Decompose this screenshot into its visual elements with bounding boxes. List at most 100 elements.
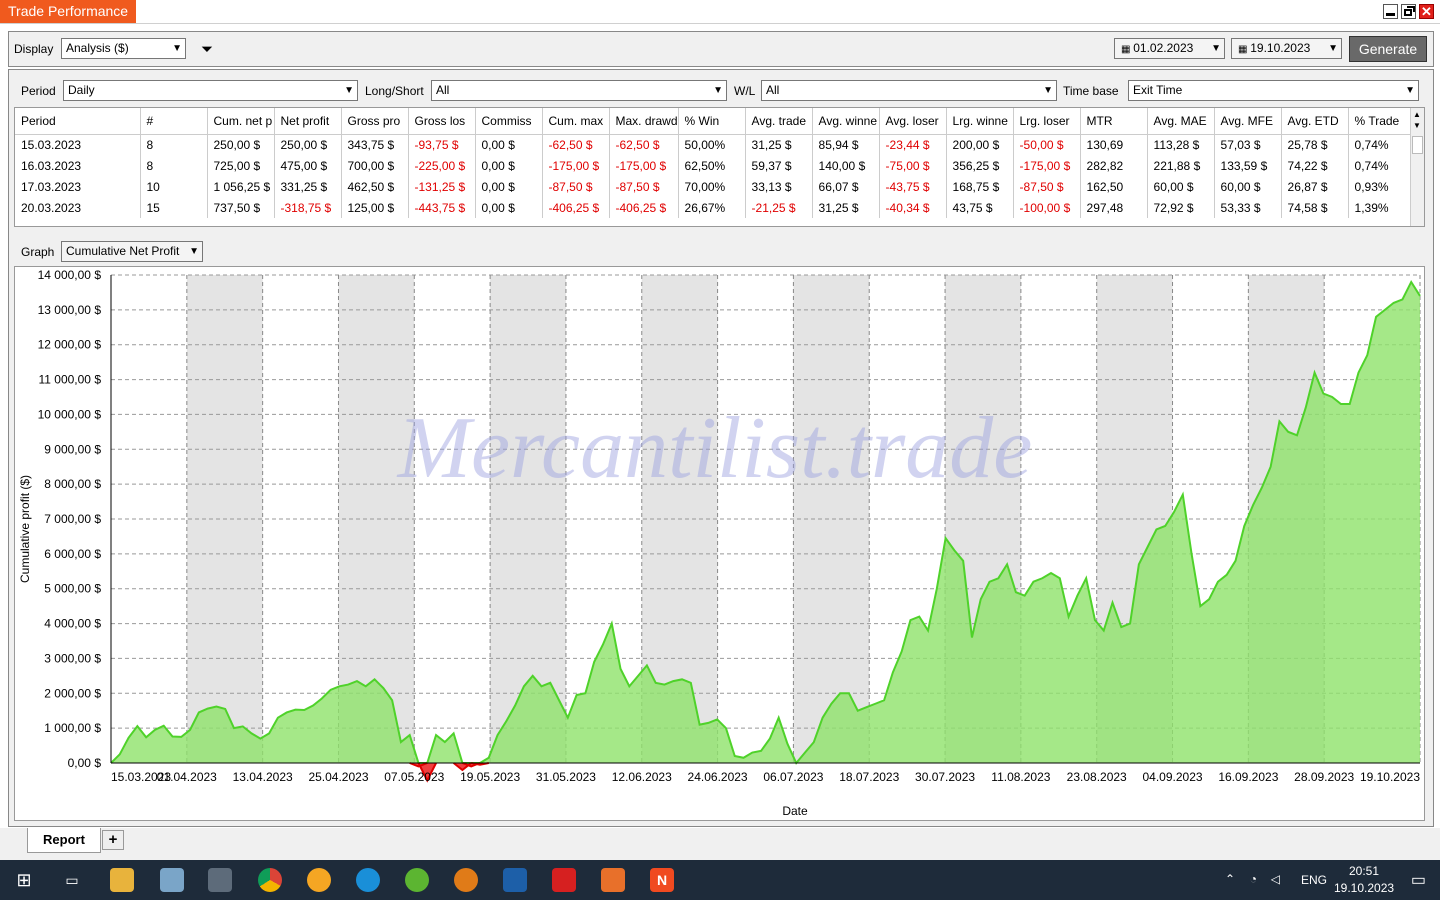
scroll-down-icon[interactable]: ▼	[1413, 121, 1421, 130]
y-tick-label: 9 000,00 $	[44, 442, 101, 456]
utorrent-icon[interactable]	[405, 868, 429, 892]
column-header[interactable]: % Win	[678, 108, 746, 135]
language-indicator[interactable]: ENG	[1301, 873, 1327, 887]
minimize-icon[interactable]	[1383, 4, 1398, 19]
notification-icon[interactable]: ▭	[1411, 870, 1426, 890]
ccleaner-icon[interactable]	[454, 868, 478, 892]
timebase-select[interactable]: Exit Time ▼	[1128, 80, 1419, 101]
wl-select[interactable]: All ▼	[761, 80, 1057, 101]
column-header[interactable]: Period	[15, 108, 141, 135]
table-scrollbar[interactable]: ▲ ▼	[1410, 108, 1424, 226]
column-header[interactable]: Gross pro	[341, 108, 409, 135]
edge-icon[interactable]	[356, 868, 380, 892]
column-header[interactable]: Avg. ETD	[1281, 108, 1349, 135]
table-cell: 85,94 $	[812, 134, 880, 155]
chrome-icon[interactable]	[258, 868, 282, 892]
table-cell: 250,00 $	[274, 134, 342, 155]
column-header[interactable]: MTR	[1080, 108, 1148, 135]
table-row[interactable]: 16.03.2023 8 725,00 $475,00 $700,00 $ -225,…	[15, 155, 1416, 176]
scroll-thumb[interactable]	[1412, 136, 1423, 154]
table-cell: -87,50 $	[542, 176, 610, 197]
column-header[interactable]: Avg. trade	[745, 108, 813, 135]
restore-icon[interactable]	[1401, 4, 1416, 19]
volume-icon[interactable]: ◁	[1271, 872, 1280, 886]
task-view-icon[interactable]: ▭	[60, 868, 84, 892]
longshort-select[interactable]: All ▼	[431, 80, 727, 101]
chart-x-axis: 15.03.202301.04.2023 13.04.2023 25.04.2023…	[111, 770, 1420, 784]
calendar-icon: ▦	[1121, 44, 1134, 55]
graph-type-select[interactable]: Cumulative Net Profit ▼	[61, 241, 203, 262]
column-header[interactable]: Avg. loser	[879, 108, 947, 135]
file-explorer-icon[interactable]	[110, 868, 134, 892]
network-icon[interactable]: ◔	[1250, 872, 1257, 886]
table-cell: -62,50 $	[542, 134, 610, 155]
table-cell: 15.03.2023	[15, 134, 141, 155]
column-header[interactable]: Max. drawd	[609, 108, 679, 135]
graph-bar: Graph Cumulative Net Profit ▼	[14, 236, 1425, 266]
y-tick-label: 11 000,00 $	[38, 373, 101, 387]
close-icon[interactable]: ✕	[1419, 4, 1434, 19]
column-header[interactable]: Cum. net p	[207, 108, 275, 135]
window-title: Trade Performance	[0, 0, 137, 23]
column-header[interactable]: Net profit	[274, 108, 342, 135]
table-cell: 168,75 $	[946, 176, 1014, 197]
table-cell: 162,50	[1080, 176, 1148, 197]
filter-icon[interactable]: ⏷	[201, 41, 213, 58]
calculator-icon[interactable]	[208, 868, 232, 892]
tab-report[interactable]: Report	[27, 828, 101, 853]
display-label: Display	[14, 42, 54, 56]
add-tab-button[interactable]: +	[102, 830, 124, 850]
chart-container: Mercantilist.trade 0,00 $ 1 000,00 $ 2 000…	[14, 266, 1425, 821]
table-cell: 50,00%	[678, 134, 746, 155]
chevron-up-icon[interactable]: ⌃	[1225, 872, 1235, 886]
x-tick-label: 19.05.2023	[460, 770, 520, 784]
column-header[interactable]: Lrg. winne	[946, 108, 1014, 135]
table-cell: -175,00 $	[1013, 155, 1081, 176]
tab-bar: Report +	[0, 828, 1440, 860]
generate-button[interactable]: Generate	[1349, 36, 1427, 62]
x-tick-label: 18.07.2023	[839, 770, 899, 784]
table-row[interactable]: 17.03.2023 10 1 056,25 $331,25 $462,50 $ -1…	[15, 176, 1416, 197]
windows-start-icon[interactable]: ⊞	[12, 868, 36, 892]
table-cell: 17.03.2023	[15, 176, 141, 197]
table-row[interactable]: 15.03.2023 8 250,00 $250,00 $343,75 $ -93,7…	[15, 134, 1416, 155]
table-cell: 140,00 $	[812, 155, 880, 176]
browser-icon[interactable]	[307, 868, 331, 892]
date-from-picker[interactable]: ▦ 01.02.2023 ▼	[1114, 38, 1225, 59]
stats-table-container: Period # Cum. net p Net profit Gross pro Gros…	[14, 107, 1425, 227]
column-header[interactable]: #	[140, 108, 208, 135]
taskbar: ⊞ ▭ N ⌃ ◔ ◁ ENG 20:51 19.10.2023 ▭	[0, 860, 1440, 900]
scroll-up-icon[interactable]: ▲	[1413, 110, 1421, 119]
x-tick-label: 30.07.2023	[915, 770, 975, 784]
period-select[interactable]: Daily ▼	[63, 80, 358, 101]
notes-app-icon[interactable]	[160, 868, 184, 892]
timebase-select-value: Exit Time	[1133, 83, 1183, 97]
clock-time[interactable]: 20:51	[1334, 864, 1394, 878]
column-header[interactable]: Avg. winne	[812, 108, 880, 135]
table-cell: 356,25 $	[946, 155, 1014, 176]
column-header[interactable]: % Trade	[1348, 108, 1416, 135]
table-cell: -87,50 $	[1013, 176, 1081, 197]
column-header[interactable]: Avg. MAE	[1147, 108, 1215, 135]
column-header[interactable]: Avg. MFE	[1214, 108, 1282, 135]
display-select[interactable]: Analysis ($) ▼	[61, 38, 186, 59]
app-red-icon[interactable]	[552, 868, 576, 892]
y-tick-label: 6 000,00 $	[44, 547, 101, 561]
column-header[interactable]: Cum. max	[542, 108, 610, 135]
column-header[interactable]: Lrg. loser	[1013, 108, 1081, 135]
column-header[interactable]: Commiss	[475, 108, 543, 135]
app-orange-icon[interactable]	[601, 868, 625, 892]
table-cell: -50,00 $	[1013, 134, 1081, 155]
y-axis-label: Cumulative profit ($)	[18, 475, 32, 583]
column-header[interactable]: Gross los	[408, 108, 476, 135]
display-select-value: Analysis ($)	[66, 41, 129, 55]
table-cell: -23,44 $	[879, 134, 947, 155]
ninjatrader-icon[interactable]: N	[650, 868, 674, 892]
vpn-shield-icon[interactable]	[503, 868, 527, 892]
table-row[interactable]: 20.03.2023 15 737,50 $ -318,75 $125,00 $ -44…	[15, 197, 1416, 218]
clock-date[interactable]: 19.10.2023	[1334, 881, 1394, 895]
date-to-picker[interactable]: ▦ 19.10.2023 ▼	[1231, 38, 1342, 59]
filter-bar: Period Daily ▼ Long/Short All ▼ W/L All ▼ T…	[14, 77, 1425, 105]
period-select-value: Daily	[68, 83, 95, 97]
period-label: Period	[21, 84, 56, 98]
